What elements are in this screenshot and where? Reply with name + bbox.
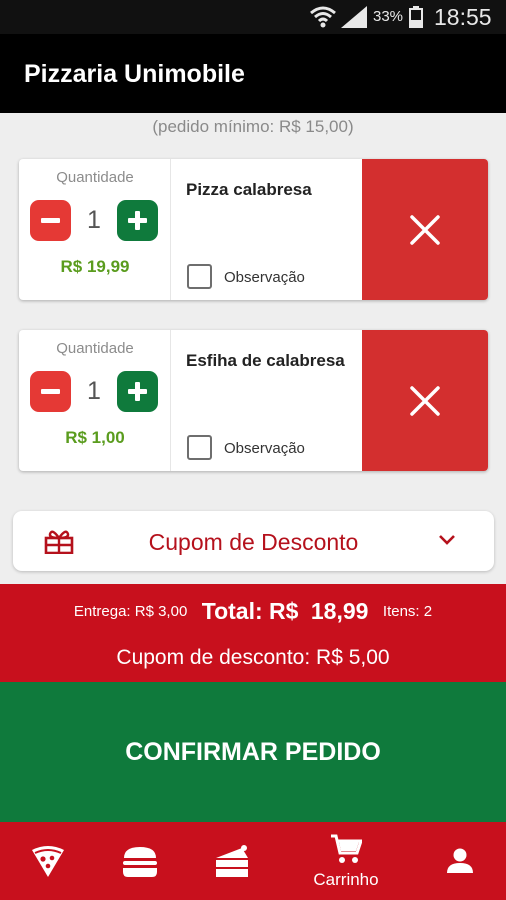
remove-item-button[interactable] <box>362 330 488 471</box>
quantity-control: Quantidade 1 R$ 1,00 <box>19 330 171 471</box>
observation-checkbox[interactable] <box>187 435 212 460</box>
item-info: Pizza calabresa Observação <box>171 159 362 300</box>
burger-icon <box>123 847 157 877</box>
quantity-label: Quantidade <box>56 169 134 186</box>
signal-icon <box>341 6 367 28</box>
observation-checkbox[interactable] <box>187 264 212 289</box>
order-summary: Entrega: R$ 3,00 Total: R$ 18,99 Itens: … <box>0 584 506 682</box>
item-name: Pizza calabresa <box>186 180 312 199</box>
cart-icon <box>331 834 362 863</box>
total-label: Total: R$ <box>201 598 299 624</box>
cart-item: Quantidade 1 R$ 19,99 Pizza calabresa Ob… <box>19 159 488 300</box>
coupon-discount: Cupom de desconto: R$ 5,00 <box>116 646 390 669</box>
quantity-control: Quantidade 1 R$ 19,99 <box>19 159 171 300</box>
item-price: R$ 1,00 <box>65 428 125 447</box>
nav-item-cart[interactable]: Carrinho <box>306 822 386 900</box>
close-icon <box>410 386 440 416</box>
increase-quantity-button[interactable] <box>117 371 158 412</box>
confirm-order-label: CONFIRMAR PEDIDO <box>125 738 381 766</box>
app-title: Pizzaria Unimobile <box>24 60 245 88</box>
item-price: R$ 19,99 <box>60 257 130 276</box>
quantity-value: 1 <box>87 377 101 405</box>
summary-row: Entrega: R$ 3,00 Total: R$ 18,99 Itens: … <box>0 598 506 625</box>
user-icon <box>447 848 473 873</box>
pizza-icon <box>32 846 64 877</box>
confirm-order-button[interactable]: CONFIRMAR PEDIDO <box>0 682 506 822</box>
total-value: 18,99 <box>310 598 369 624</box>
status-time: 18:55 <box>434 4 492 30</box>
close-icon <box>410 215 440 245</box>
min-order-note: (pedido mínimo: R$ 15,00) <box>152 117 354 136</box>
cart-item: Quantidade 1 R$ 1,00 Esfiha de calabresa… <box>19 330 488 471</box>
wifi-icon <box>310 6 336 28</box>
observation-label: Observação <box>224 269 305 286</box>
observation-label: Observação <box>224 440 305 457</box>
quantity-value: 1 <box>87 206 101 234</box>
battery-percent: 33% <box>373 8 404 25</box>
app-bar: Pizzaria Unimobile <box>0 34 506 113</box>
items-count: Itens: 2 <box>382 603 433 620</box>
coupon-dropdown[interactable]: Cupom de Desconto <box>13 511 494 571</box>
decrease-quantity-button[interactable] <box>30 371 71 412</box>
nav-item-dessert[interactable] <box>196 822 266 900</box>
nav-item-pizza[interactable] <box>12 822 82 900</box>
chevron-down-icon <box>439 535 455 545</box>
quantity-label: Quantidade <box>56 340 134 357</box>
nav-item-burger[interactable] <box>105 822 175 900</box>
nav-cart-label: Carrinho <box>313 870 379 889</box>
bottom-nav: Carrinho <box>0 822 506 900</box>
status-bar: 33% 18:55 <box>0 0 506 34</box>
decrease-quantity-button[interactable] <box>30 200 71 241</box>
increase-quantity-button[interactable] <box>117 200 158 241</box>
item-name: Esfiha de calabresa <box>186 351 345 370</box>
coupon-label: Cupom de Desconto <box>148 529 359 555</box>
nav-item-profile[interactable] <box>425 822 495 900</box>
delivery-fee: Entrega: R$ 3,00 <box>73 603 188 620</box>
cake-icon <box>216 845 248 877</box>
remove-item-button[interactable] <box>362 159 488 300</box>
item-info: Esfiha de calabresa Observação <box>171 330 362 471</box>
battery-icon <box>409 6 423 28</box>
